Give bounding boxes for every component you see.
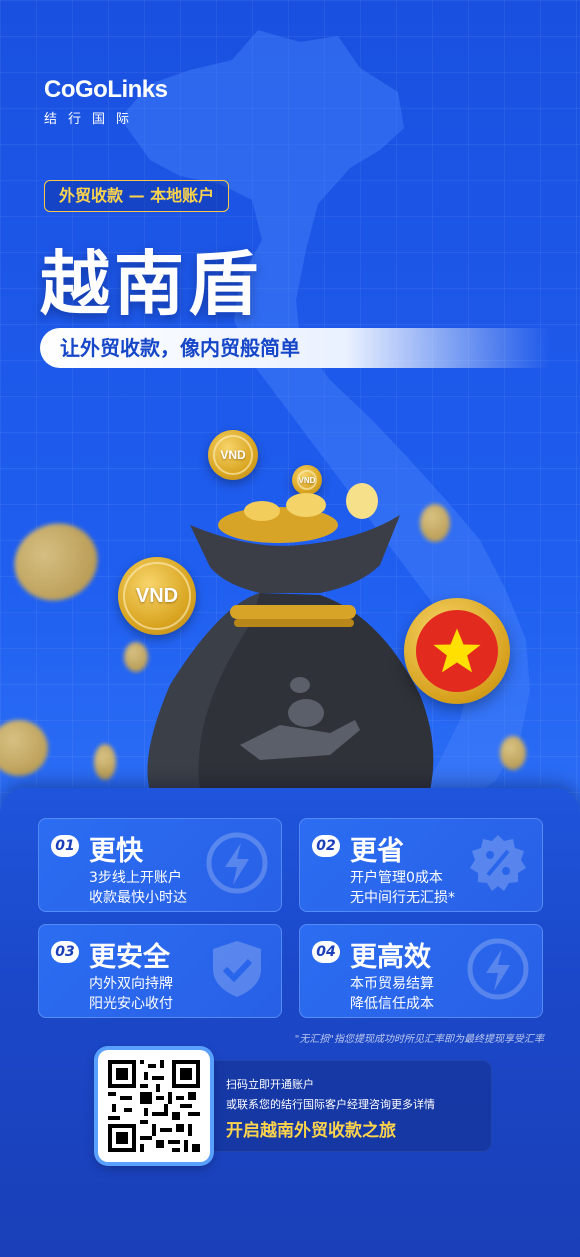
blurred-coin-mid-left xyxy=(94,744,116,780)
brand-name-cn: 结行国际 xyxy=(44,112,141,127)
blurred-coin-bottom-right xyxy=(500,736,526,770)
feature-number: 03 xyxy=(51,941,79,963)
category-tag: 外贸收款 — 本地账户 xyxy=(44,180,230,212)
cta-line-1: 扫码立即开通账户 xyxy=(226,1078,314,1091)
feature-line: 降低信任成本 xyxy=(350,996,434,1012)
feature-title: 更省 xyxy=(350,836,404,867)
feature-line: 3步线上开账户 xyxy=(89,870,182,886)
feature-card-safer: 03 更安全 内外双向持牌 阳光安心收付 xyxy=(38,924,282,1018)
brand-name: CoGoLinks xyxy=(44,76,168,103)
feature-line: 收款最快小时达 xyxy=(89,890,187,906)
percent-badge-icon xyxy=(470,835,526,891)
star-icon xyxy=(433,628,481,673)
feature-line: 无中间行无汇损* xyxy=(350,890,455,906)
qr-code-pattern xyxy=(108,1060,200,1152)
feature-title: 更安全 xyxy=(89,942,170,973)
cta-line-2: 或联系您的结行国际客户经理咨询更多详情 xyxy=(226,1098,435,1111)
feature-number: 04 xyxy=(312,941,340,963)
cta-headline: 开启越南外贸收款之旅 xyxy=(226,1121,396,1141)
vietnam-flag-coin xyxy=(404,598,510,704)
slogan-banner: 让外贸收款，像内贸般简单 xyxy=(40,328,550,368)
feature-number: 02 xyxy=(312,835,340,857)
feature-number: 01 xyxy=(51,835,79,857)
feature-line: 开户管理0成本 xyxy=(350,870,443,886)
lightning-icon xyxy=(206,832,268,894)
feature-line: 本币贸易结算 xyxy=(350,976,434,992)
feature-card-cheaper: 02 更省 开户管理0成本 无中间行无汇损* xyxy=(299,818,543,912)
cta-strip: 扫码立即开通账户 或联系您的结行国际客户经理咨询更多详情 开启越南外贸收款之旅 xyxy=(196,1060,492,1152)
feature-card-faster: 01 更快 3步线上开账户 收款最快小时达 xyxy=(38,818,282,912)
feature-line: 内外双向持牌 xyxy=(89,976,173,992)
feature-title: 更快 xyxy=(89,836,143,867)
footnote: "无汇损"指您提现成功时所见汇率即为最终提现享受汇率 xyxy=(294,1034,544,1045)
feature-card-efficient: 04 更高效 本币贸易结算 降低信任成本 xyxy=(299,924,543,1018)
page-title: 越南盾 xyxy=(40,243,262,325)
feature-line: 阳光安心收付 xyxy=(89,996,173,1012)
feature-title: 更高效 xyxy=(350,942,431,973)
brand-logo: CoGoLinks 结行国际 xyxy=(44,76,168,127)
lightning-icon xyxy=(467,938,529,1000)
qr-code[interactable] xyxy=(98,1050,210,1162)
shield-check-icon xyxy=(213,941,261,997)
